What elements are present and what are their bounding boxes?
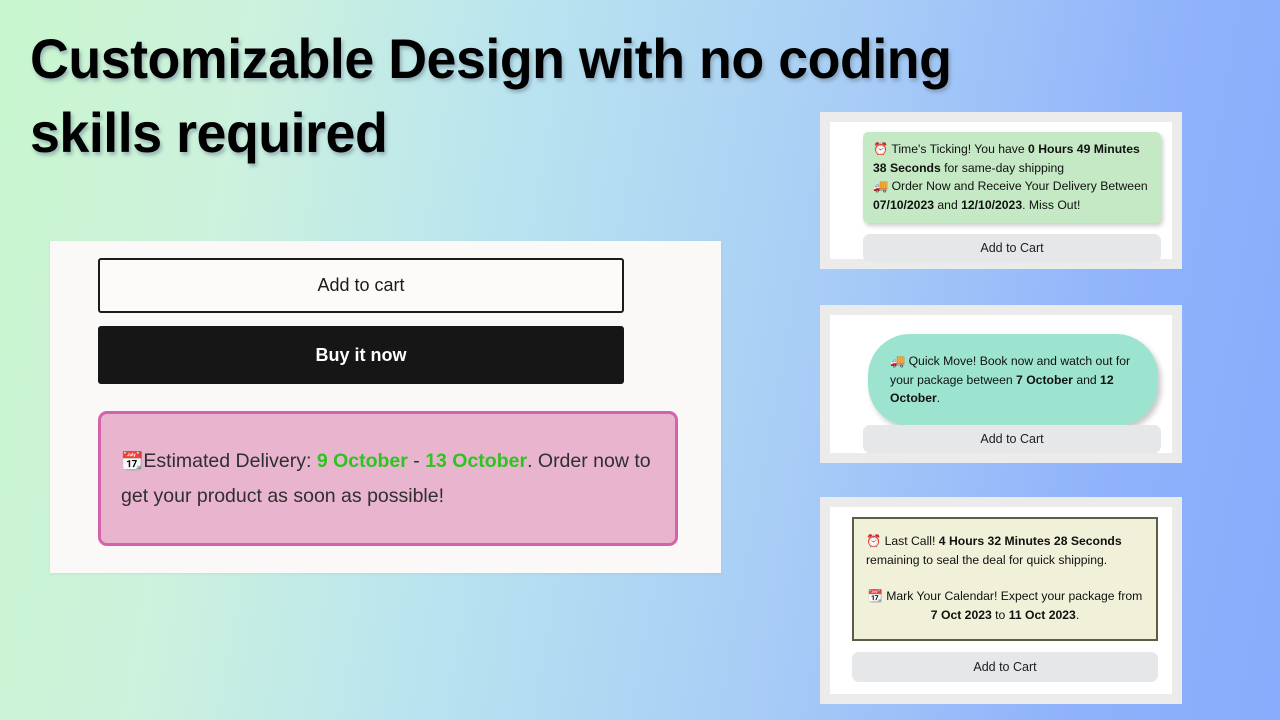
add-to-cart-button[interactable]: Add to Cart (863, 234, 1161, 262)
calendar-icon: 📆 (121, 450, 144, 472)
product-panel: Add to cart Buy it now 📆Estimated Delive… (50, 241, 721, 573)
delivery-truck-icon: 🚚 (890, 354, 906, 368)
delivery-date-to: 11 Oct 2023 (1008, 608, 1076, 622)
preview-card-quick-move-mint: 🚚 Quick Move! Book now and watch out for… (820, 305, 1182, 463)
preview-card-inner: ⏰ Time's Ticking! You have 0 Hours 49 Mi… (830, 122, 1172, 262)
add-to-cart-button[interactable]: Add to Cart (852, 652, 1158, 682)
delivery-date-separator: - (407, 449, 426, 472)
calendar-suffix: . (1075, 608, 1080, 622)
delivery-date-from: 7 October (1016, 372, 1073, 387)
delivery-line-suffix: . Miss Out! (1022, 197, 1081, 212)
delivery-date-from: 07/10/2023 (873, 197, 934, 212)
alarm-clock-icon: ⏰ (866, 534, 882, 548)
delivery-date-from: 7 Oct 2023 (930, 608, 992, 622)
last-call-line: ⏰ Last Call! 4 Hours 32 Minutes 28 Secon… (866, 532, 1144, 570)
calendar-prefix: Mark Your Calendar! Expect your package … (886, 589, 1143, 603)
delivery-truck-icon: 🚚 (873, 179, 889, 193)
notice-banner-cream: ⏰ Last Call! 4 Hours 32 Minutes 28 Secon… (852, 517, 1158, 641)
delivery-date-from: 9 October (316, 449, 408, 472)
add-to-cart-button[interactable]: Add to Cart (863, 425, 1161, 453)
last-call-suffix: remaining to seal the deal for quick shi… (866, 553, 1108, 567)
delivery-date-join: and (934, 197, 962, 212)
last-call-prefix: Last Call! (884, 534, 939, 548)
calendar-line: 📆 Mark Your Calendar! Expect your packag… (866, 587, 1144, 625)
delivery-date-join: to (991, 608, 1009, 622)
buy-it-now-button[interactable]: Buy it now (98, 326, 624, 384)
countdown-line-prefix: Time's Ticking! You have (891, 142, 1029, 156)
delivery-date-join: and (1072, 372, 1101, 387)
calendar-icon: 📆 (867, 589, 883, 603)
countdown-value: 4 Hours 32 Minutes 28 Seconds (938, 534, 1122, 548)
delivery-prefix: Estimated Delivery: (143, 449, 317, 472)
alarm-clock-icon: ⏰ (873, 142, 889, 156)
preview-card-inner: 🚚 Quick Move! Book now and watch out for… (830, 315, 1172, 453)
estimated-delivery-text: 📆Estimated Delivery: 9 October - 13 Octo… (121, 444, 655, 514)
delivery-date-to: 12/10/2023 (961, 197, 1023, 212)
preview-card-countdown-green: ⏰ Time's Ticking! You have 0 Hours 49 Mi… (820, 112, 1182, 269)
quick-move-suffix: . (936, 391, 941, 405)
preview-card-inner: ⏰ Last Call! 4 Hours 32 Minutes 28 Secon… (830, 507, 1172, 694)
notice-banner-mint: 🚚 Quick Move! Book now and watch out for… (868, 334, 1158, 426)
estimated-delivery-banner: 📆Estimated Delivery: 9 October - 13 Octo… (98, 411, 678, 546)
notice-banner-green: ⏰ Time's Ticking! You have 0 Hours 49 Mi… (863, 132, 1161, 223)
preview-card-last-call-cream: ⏰ Last Call! 4 Hours 32 Minutes 28 Secon… (820, 497, 1182, 704)
delivery-line-prefix: Order Now and Receive Your Delivery Betw… (891, 179, 1148, 193)
add-to-cart-button[interactable]: Add to cart (98, 258, 624, 313)
page-title: Customizable Design with no coding skill… (30, 27, 952, 164)
delivery-date-to: 13 October (425, 449, 528, 472)
countdown-line-suffix: for same-day shipping (940, 160, 1065, 175)
